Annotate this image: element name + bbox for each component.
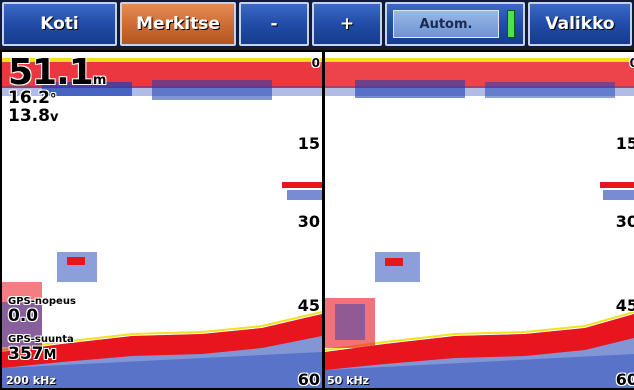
voltage-unit: v	[49, 110, 59, 125]
gain-level-indicator	[507, 10, 515, 38]
depth-scale-tick: 60	[615, 370, 634, 388]
depth-scale-tick: 60	[297, 370, 320, 388]
depth-unit: m	[92, 73, 107, 88]
depth-scale-tick: 45	[297, 296, 320, 315]
mark-button[interactable]: Merkitse	[120, 2, 236, 46]
depth-scale-tick: 30	[297, 212, 320, 231]
gps-heading-unit: M	[43, 348, 57, 363]
gps-heading-readout: 357M	[8, 346, 56, 364]
menu-button[interactable]: Valikko	[528, 2, 632, 46]
depth-readout: 51.1m	[8, 55, 107, 91]
frequency-label: 50 kHz	[327, 374, 370, 387]
depth-scale-tick: 15	[297, 134, 320, 153]
frequency-label: 200 kHz	[6, 374, 56, 387]
toolbar: Koti Merkitse - + Autom. Valikko	[0, 0, 634, 48]
depth-scale-tick: 0	[311, 56, 320, 70]
sonar-pane-200khz[interactable]: 0 15 30 45 60 51.1m 16.2° 13.8v GPS-nope…	[2, 52, 322, 388]
depth-scale-tick: 15	[615, 134, 634, 153]
home-button[interactable]: Koti	[2, 2, 117, 46]
voltage-readout: 13.8v	[8, 108, 58, 126]
depth-value: 51.1	[8, 52, 94, 93]
depth-scale-tick: 45	[615, 296, 634, 315]
gain-auto-button[interactable]: Autom.	[385, 2, 525, 46]
voltage-value: 13.8	[8, 106, 50, 126]
zoom-out-button[interactable]: -	[239, 2, 309, 46]
gps-heading-value: 357	[8, 344, 44, 364]
gain-auto-label: Autom.	[393, 10, 499, 38]
sonar-pane-50khz[interactable]: 0 15 30 45 60 50 kHz	[325, 52, 634, 388]
temperature-unit: °	[49, 92, 57, 107]
temperature-value: 16.2	[8, 88, 50, 108]
sonar-split-view: 0 15 30 45 60 51.1m 16.2° 13.8v GPS-nope…	[0, 50, 634, 390]
depth-scale-tick: 0	[629, 56, 634, 70]
zoom-in-button[interactable]: +	[312, 2, 382, 46]
sonar-image-right	[325, 58, 634, 388]
gps-speed-value: 0.0	[8, 306, 39, 326]
depth-scale-tick: 30	[615, 212, 634, 231]
